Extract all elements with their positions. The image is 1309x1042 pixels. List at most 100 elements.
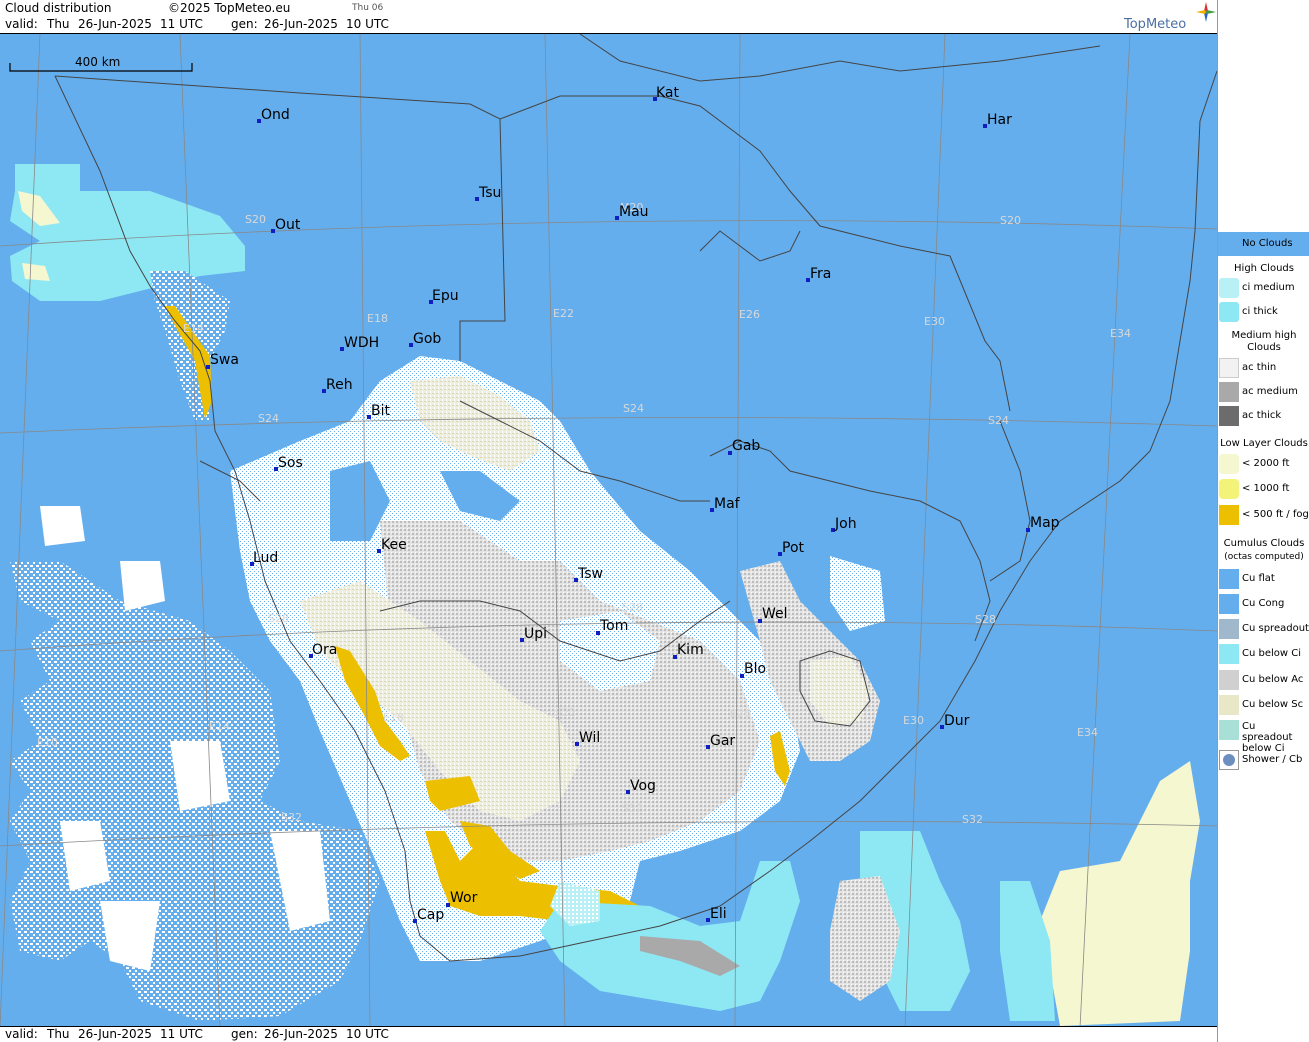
legend-cu-cong: Cu Cong xyxy=(1218,592,1309,616)
city-lud[interactable]: Lud xyxy=(250,550,278,566)
map-title: Cloud distribution xyxy=(5,1,112,15)
cloud-map[interactable]: 400 km S20 S20 M20 S24 S24 S24 S28 S28 S… xyxy=(0,33,1217,1027)
legend-no-clouds: No Clouds xyxy=(1218,232,1309,256)
city-wdh[interactable]: WDH xyxy=(340,335,379,351)
legend-cumulus-note: (octas computed) xyxy=(1224,552,1304,562)
svg-text:E26: E26 xyxy=(730,707,751,720)
city-blo[interactable]: Blo xyxy=(740,661,766,678)
legend-high-clouds-heading: High Clouds xyxy=(1234,263,1294,274)
svg-text:Tom: Tom xyxy=(599,618,628,634)
map-header: Cloud distribution ©2025 TopMeteo.eu Thu… xyxy=(0,0,1217,33)
city-epu[interactable]: Epu xyxy=(429,288,459,304)
city-joh[interactable]: Joh xyxy=(831,516,857,532)
svg-text:Lud: Lud xyxy=(253,550,278,566)
footer-gen-time: 10 UTC xyxy=(346,1027,389,1041)
city-out[interactable]: Out xyxy=(271,217,301,233)
valid-date: 26-Jun-2025 xyxy=(78,17,152,31)
city-ora[interactable]: Ora xyxy=(309,642,337,658)
city-gob[interactable]: Gob xyxy=(409,331,441,347)
svg-text:Wor: Wor xyxy=(450,890,478,906)
svg-text:Pot: Pot xyxy=(782,540,805,556)
swatch-cu-below-sc xyxy=(1219,695,1239,715)
city-map[interactable]: Map xyxy=(1026,515,1060,532)
city-gar[interactable]: Gar xyxy=(706,733,735,749)
footer-gen-label: gen: xyxy=(231,1027,258,1041)
swatch-low-500-fog xyxy=(1219,505,1239,525)
svg-text:Upi: Upi xyxy=(524,626,547,642)
scale-label: 400 km xyxy=(75,55,120,69)
svg-text:E10: E10 xyxy=(37,736,58,749)
city-mau[interactable]: Mau xyxy=(615,204,649,220)
legend-medium-high-heading: Medium high Clouds xyxy=(1231,330,1297,353)
svg-text:Fra: Fra xyxy=(810,266,831,282)
city-gab[interactable]: Gab xyxy=(728,438,760,455)
svg-text:Wil: Wil xyxy=(579,730,600,746)
city-eli[interactable]: Eli xyxy=(706,906,727,922)
legend-ac-thin: ac thin xyxy=(1218,356,1309,380)
city-swa[interactable]: Swa xyxy=(206,352,239,369)
swatch-ac-thick xyxy=(1219,406,1239,426)
svg-text:Vog: Vog xyxy=(630,778,656,794)
footer-valid-label: valid: xyxy=(5,1027,38,1041)
legend-cu-below-ci: Cu below Ci xyxy=(1218,642,1309,666)
city-wel[interactable]: Wel xyxy=(758,606,788,623)
valid-label: valid: xyxy=(5,17,38,31)
svg-text:E18: E18 xyxy=(383,711,404,724)
legend-ci-medium: ci medium xyxy=(1218,276,1309,300)
svg-text:S28: S28 xyxy=(975,613,996,626)
map-footer: valid: Thu 26-Jun-2025 11 UTC gen: 26-Ju… xyxy=(0,1027,1217,1042)
city-bit[interactable]: Bit xyxy=(367,403,390,419)
copyright: ©2025 TopMeteo.eu xyxy=(168,1,291,15)
legend-shower-cb: Shower / Cb xyxy=(1218,748,1309,772)
swatch-shower-cb xyxy=(1219,750,1239,770)
city-tsu[interactable]: Tsu xyxy=(475,185,501,201)
gen-label: gen: xyxy=(231,17,258,31)
swatch-cu-flat xyxy=(1219,569,1239,589)
city-maf[interactable]: Maf xyxy=(710,496,741,512)
city-dur[interactable]: Dur xyxy=(940,713,970,729)
svg-text:S24: S24 xyxy=(623,402,644,415)
svg-text:E34: E34 xyxy=(1110,327,1131,340)
city-vog[interactable]: Vog xyxy=(626,778,656,794)
svg-text:Gar: Gar xyxy=(710,733,735,749)
city-tsw[interactable]: Tsw xyxy=(574,566,603,582)
svg-text:Reh: Reh xyxy=(326,377,353,393)
svg-text:Epu: Epu xyxy=(432,288,459,304)
city-pot[interactable]: Pot xyxy=(778,540,805,556)
svg-text:S32: S32 xyxy=(281,811,302,824)
svg-text:Out: Out xyxy=(275,217,301,233)
svg-text:S20: S20 xyxy=(1000,214,1021,227)
city-upi[interactable]: Upi xyxy=(520,626,547,642)
svg-text:Gob: Gob xyxy=(413,331,441,347)
city-ond[interactable]: Ond xyxy=(257,107,290,123)
swatch-low-2000 xyxy=(1219,454,1239,474)
swatch-ci-thick xyxy=(1219,302,1239,322)
city-kat[interactable]: Kat xyxy=(653,85,680,101)
city-sos[interactable]: Sos xyxy=(274,455,303,471)
svg-text:S20: S20 xyxy=(245,213,266,226)
legend-ci-thick: ci thick xyxy=(1218,300,1309,324)
legend-cu-spreadout: Cu spreadout xyxy=(1218,617,1309,641)
svg-text:Ora: Ora xyxy=(312,642,337,658)
city-kim[interactable]: Kim xyxy=(673,642,704,659)
city-har[interactable]: Har xyxy=(983,112,1012,128)
city-fra[interactable]: Fra xyxy=(806,266,831,282)
legend-cu-below-sc: Cu below Sc xyxy=(1218,693,1309,717)
swatch-ac-thin xyxy=(1219,358,1239,378)
city-wor[interactable]: Wor xyxy=(446,890,478,907)
legend-cu-below-ac: Cu below Ac xyxy=(1218,668,1309,692)
city-wil[interactable]: Wil xyxy=(575,730,600,746)
city-cap[interactable]: Cap xyxy=(413,907,444,923)
city-reh[interactable]: Reh xyxy=(322,377,353,393)
svg-text:Ond: Ond xyxy=(261,107,290,123)
legend-panel: No Clouds High Clouds ci medium ci thick… xyxy=(1217,0,1309,1042)
city-kee[interactable]: Kee xyxy=(377,537,407,553)
footer-gen-date: 26-Jun-2025 xyxy=(264,1027,338,1041)
svg-text:S28: S28 xyxy=(622,601,643,614)
footer-valid-date: 26-Jun-2025 xyxy=(78,1027,152,1041)
city-tom[interactable]: Tom xyxy=(596,618,628,635)
svg-text:Sos: Sos xyxy=(278,455,303,471)
swatch-cu-spreadout-below-ci xyxy=(1219,720,1239,740)
svg-text:S28: S28 xyxy=(268,612,289,625)
svg-text:Tsw: Tsw xyxy=(577,566,603,582)
